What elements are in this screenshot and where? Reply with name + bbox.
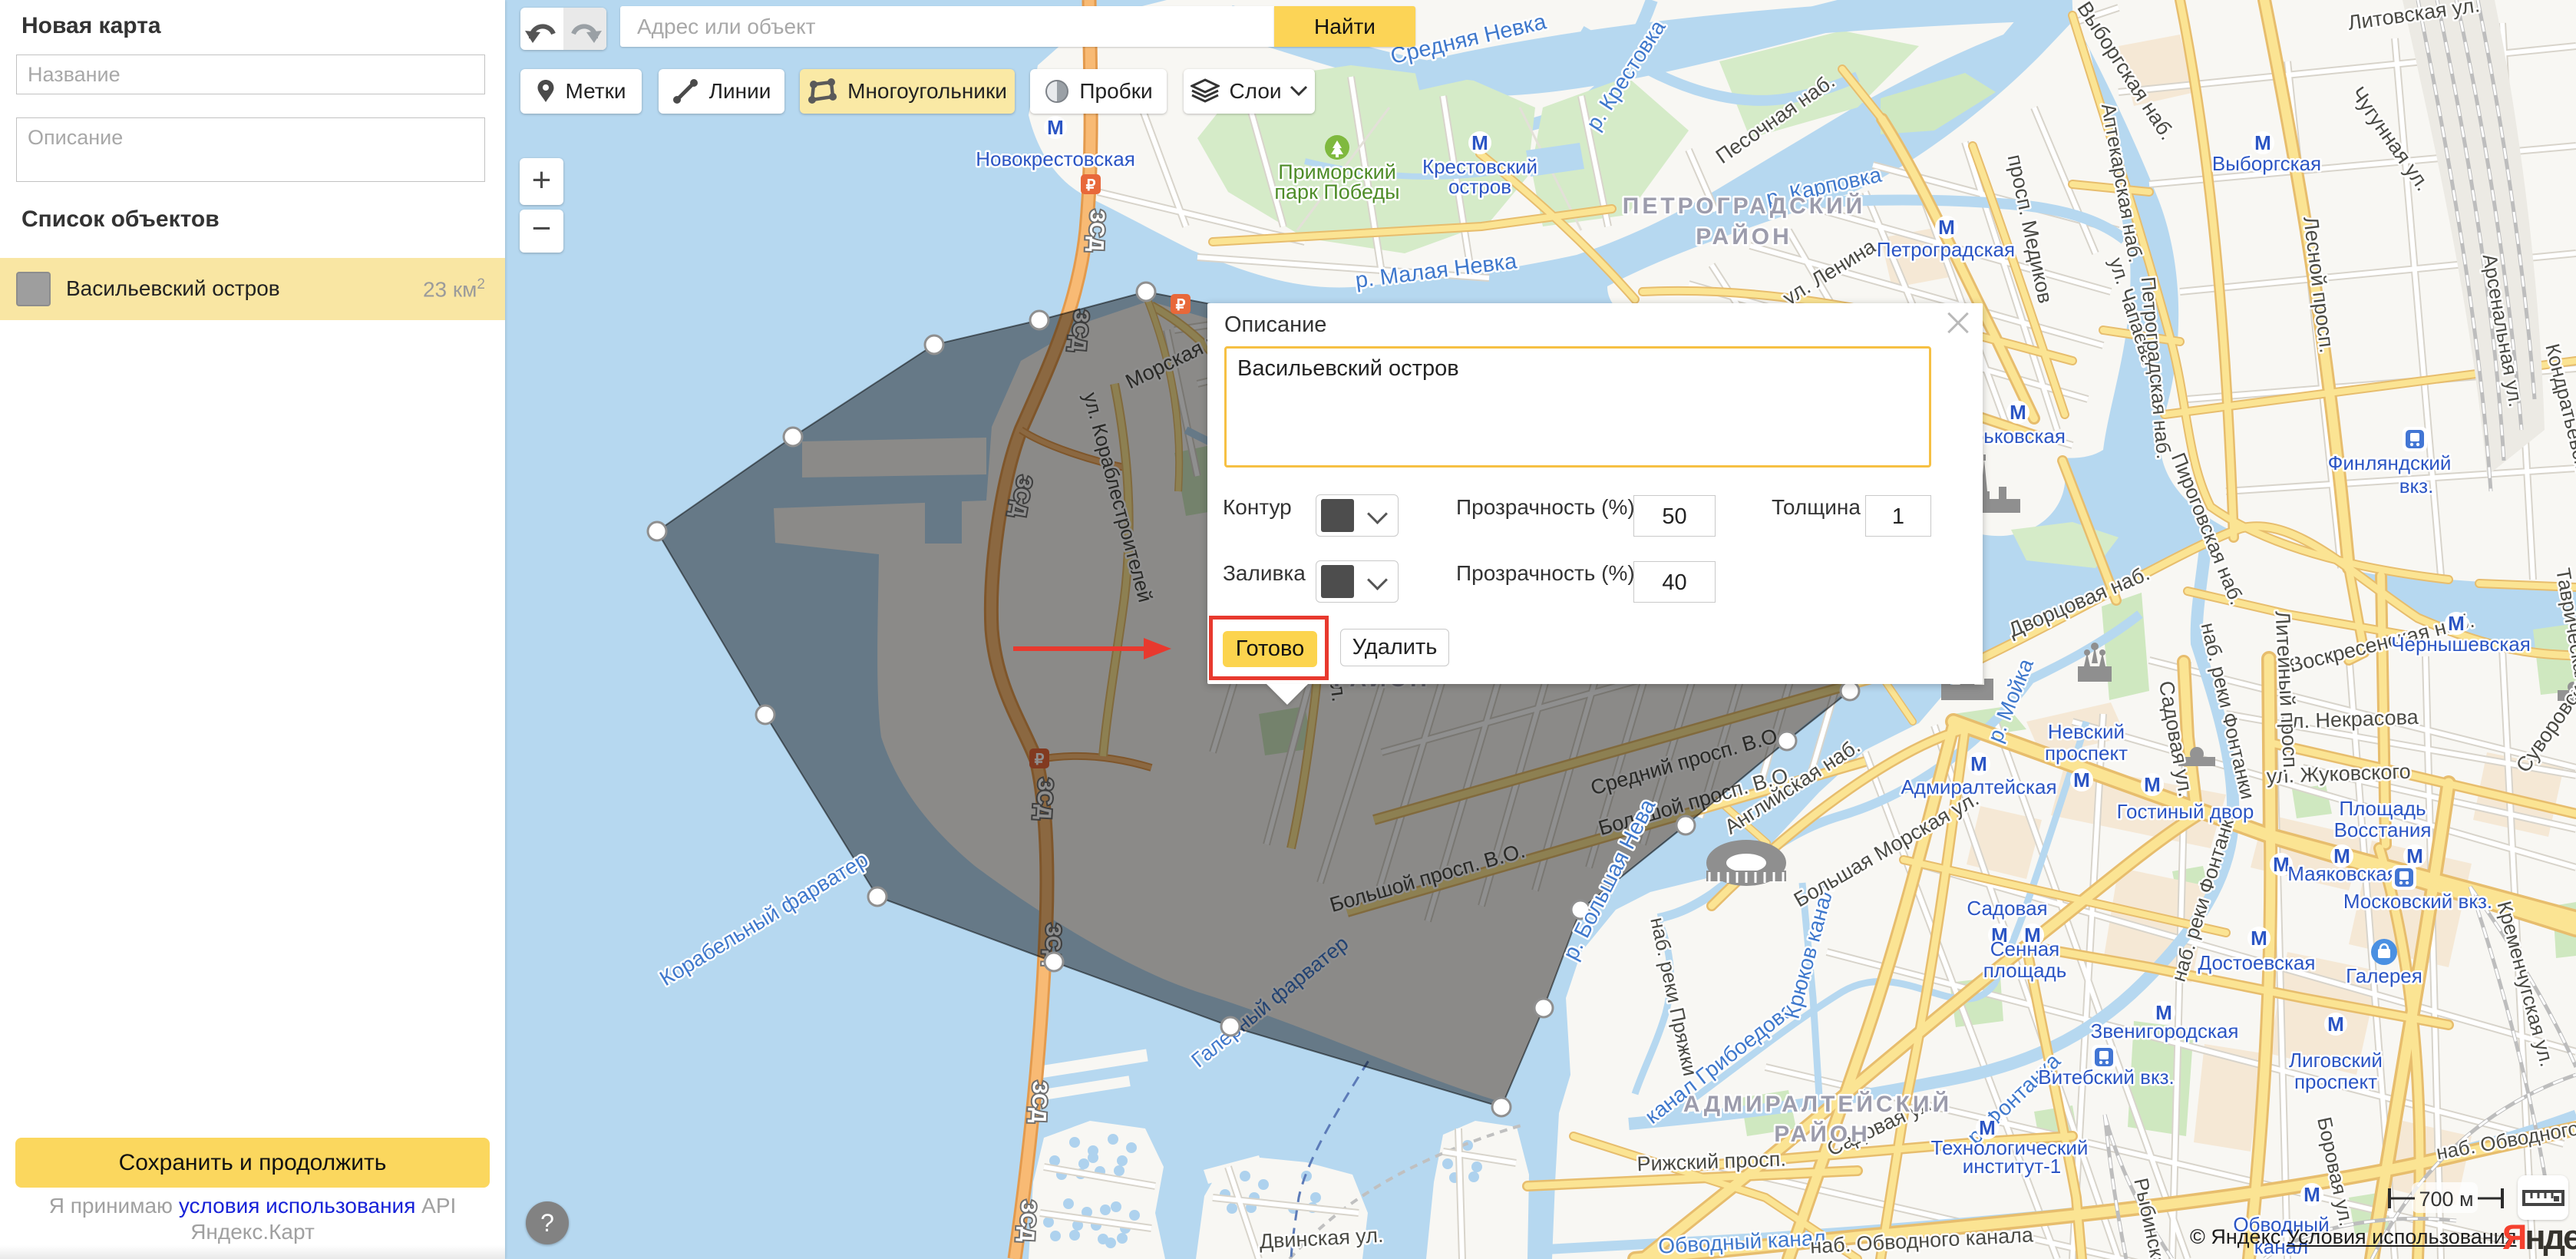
- svg-text:Восстания: Восстания: [2334, 818, 2432, 841]
- svg-text:М: М: [2327, 1013, 2344, 1036]
- svg-text:М: М: [2333, 844, 2350, 867]
- svg-text:Московский вкз.: Московский вкз.: [2343, 890, 2492, 913]
- svg-text:Новокрестовская: Новокрестовская: [976, 147, 1135, 170]
- svg-text:М: М: [1471, 131, 1488, 154]
- svg-text:Лиговский: Лиговский: [2289, 1049, 2383, 1072]
- svg-text:₽: ₽: [1086, 177, 1096, 194]
- svg-text:остров: остров: [1448, 175, 1511, 198]
- svg-text:ЗСД: ЗСД: [1016, 1199, 1041, 1242]
- svg-text:М: М: [2251, 927, 2267, 950]
- svg-text:проспект: проспект: [2294, 1070, 2377, 1093]
- svg-text:ЗСД: ЗСД: [1085, 209, 1109, 252]
- svg-text:М: М: [2304, 1183, 2320, 1206]
- svg-text:Невский: Невский: [2048, 720, 2125, 743]
- svg-text:Петроградская: Петроградская: [1877, 238, 2015, 261]
- svg-text:Финляндский: Финляндский: [2328, 451, 2452, 474]
- svg-text:М: М: [1970, 752, 1987, 775]
- svg-text:парк Победы: парк Победы: [1274, 180, 1399, 203]
- svg-text:площадь: площадь: [1983, 959, 2067, 982]
- svg-text:Сенная: Сенная: [1990, 937, 2060, 960]
- svg-text:М: М: [1938, 216, 1955, 239]
- svg-text:М: М: [1047, 116, 1064, 139]
- svg-text:РАЙОН: РАЙОН: [1774, 1121, 1871, 1147]
- svg-text:М: М: [2254, 131, 2271, 154]
- svg-text:Садовая: Садовая: [1967, 897, 2047, 920]
- svg-text:Адмиралтейская: Адмиралтейская: [1901, 775, 2056, 798]
- svg-text:₽: ₽: [1176, 297, 1186, 314]
- svg-text:Чернышевская: Чернышевская: [2391, 633, 2531, 656]
- svg-text:проспект: проспект: [2045, 742, 2128, 765]
- svg-text:институт-1: институт-1: [1963, 1155, 2062, 1178]
- svg-text:М: М: [2144, 773, 2161, 796]
- svg-text:Галерея: Галерея: [2346, 964, 2422, 987]
- svg-text:АДМИРАЛТЕЙСКИЙ: АДМИРАЛТЕЙСКИЙ: [1683, 1091, 1952, 1117]
- svg-text:700 м: 700 м: [2419, 1188, 2473, 1211]
- svg-text:Гостиный двор: Гостиный двор: [2117, 800, 2254, 823]
- svg-text:Звенигородская: Звенигородская: [2091, 1019, 2239, 1043]
- svg-text:М: М: [2073, 768, 2090, 791]
- svg-text:Достоевская: Достоевская: [2198, 951, 2316, 974]
- svg-text:РАЙОН: РАЙОН: [1696, 223, 1792, 249]
- svg-text:вкз.: вкз.: [2399, 474, 2434, 497]
- svg-text:Площадь: Площадь: [2339, 797, 2426, 820]
- svg-text:Витебский вкз.: Витебский вкз.: [2038, 1066, 2175, 1089]
- svg-text:М: М: [2010, 401, 2026, 424]
- svg-text:Выборгская: Выборгская: [2212, 152, 2321, 175]
- svg-text:ПЕТРОГРАДСКИЙ: ПЕТРОГРАДСКИЙ: [1623, 193, 1865, 219]
- svg-text:ЗСД: ЗСД: [1027, 1080, 1052, 1123]
- svg-text:ул. Некрасова: ул. Некрасова: [2281, 706, 2419, 733]
- svg-text:М: М: [2448, 612, 2465, 635]
- svg-text:М: М: [2406, 844, 2423, 867]
